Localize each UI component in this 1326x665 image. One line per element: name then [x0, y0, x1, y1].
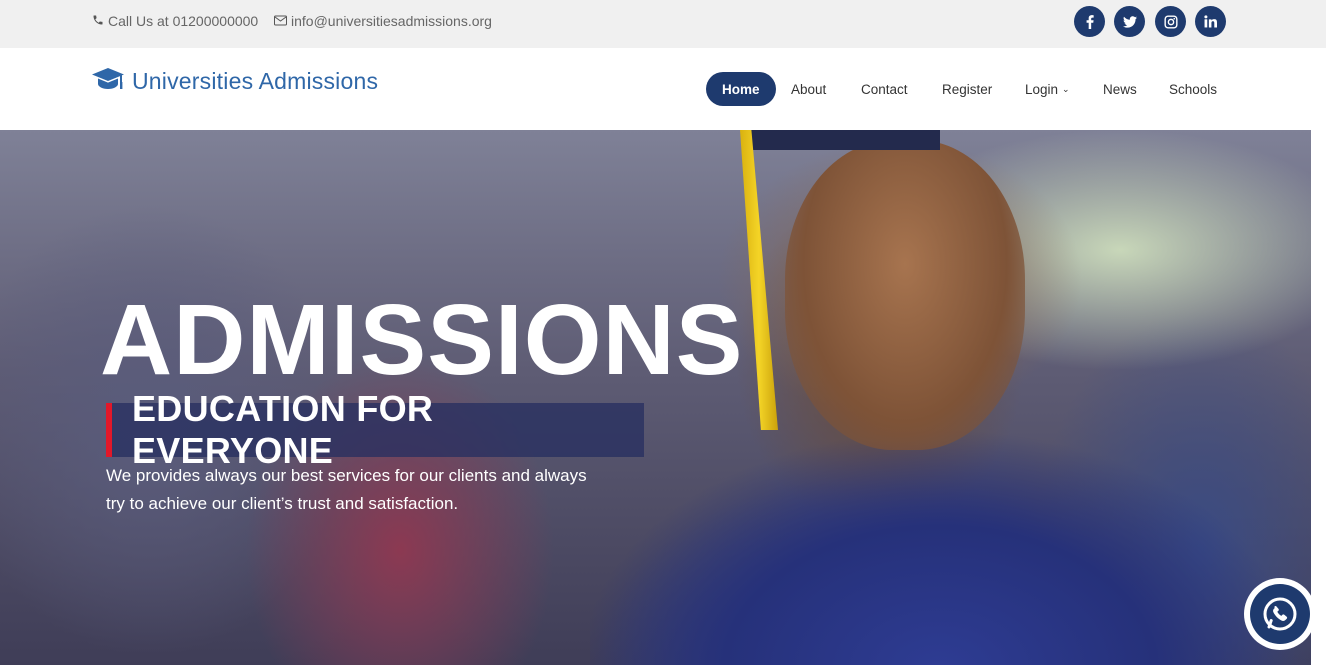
nav-home[interactable]: Home	[706, 72, 776, 106]
hero-photo-graduate	[785, 140, 1025, 450]
nav-register[interactable]: Register	[942, 72, 992, 106]
email-text: info@universitiesadmissions.org	[291, 13, 492, 29]
nav-about[interactable]: About	[791, 72, 826, 106]
nav-schools[interactable]: Schools	[1169, 72, 1217, 106]
instagram-icon[interactable]	[1155, 6, 1186, 37]
top-bar: Call Us at 01200000000 info@universities…	[0, 0, 1326, 48]
nav-contact[interactable]: Contact	[861, 72, 908, 106]
floating-call-button[interactable]	[1244, 578, 1316, 650]
chevron-down-icon: ⌄	[1062, 83, 1070, 94]
main-header: Universities Admissions Home About Conta…	[0, 48, 1326, 130]
hero-photo-gown	[590, 410, 1310, 665]
linkedin-icon[interactable]	[1195, 6, 1226, 37]
hero-photo-cap	[750, 130, 940, 150]
hero-description-line2: try to achieve our client’s trust and sa…	[106, 494, 459, 513]
hero-tagline: EDUCATION FOR EVERYONE	[106, 388, 644, 471]
envelope-icon	[274, 13, 291, 29]
brand-logo-link[interactable]: Universities Admissions	[92, 68, 378, 95]
hero-description-line1: We provides always our best services for…	[106, 466, 587, 485]
nav-login[interactable]: Login ⌄	[1025, 72, 1070, 106]
whatsapp-phone-icon	[1250, 584, 1310, 644]
hero-headline: ADMISSIONS	[100, 284, 744, 396]
hero-description: We provides always our best services for…	[106, 462, 606, 518]
nav-news[interactable]: News	[1103, 72, 1137, 106]
hero-banner: ADMISSIONS EDUCATION FOR EVERYONE We pro…	[0, 130, 1311, 665]
hero-photo-tassel	[740, 130, 778, 430]
phone-text: Call Us at 01200000000	[108, 13, 259, 29]
twitter-icon[interactable]	[1114, 6, 1145, 37]
phone-icon	[92, 13, 108, 29]
phone-contact[interactable]: Call Us at 01200000000	[92, 13, 258, 29]
nav-login-label: Login	[1025, 81, 1059, 97]
email-contact[interactable]: info@universitiesadmissions.org	[274, 13, 492, 29]
graduation-cap-icon	[92, 68, 124, 95]
facebook-icon[interactable]	[1074, 6, 1105, 37]
brand-name: Universities Admissions	[132, 68, 379, 94]
